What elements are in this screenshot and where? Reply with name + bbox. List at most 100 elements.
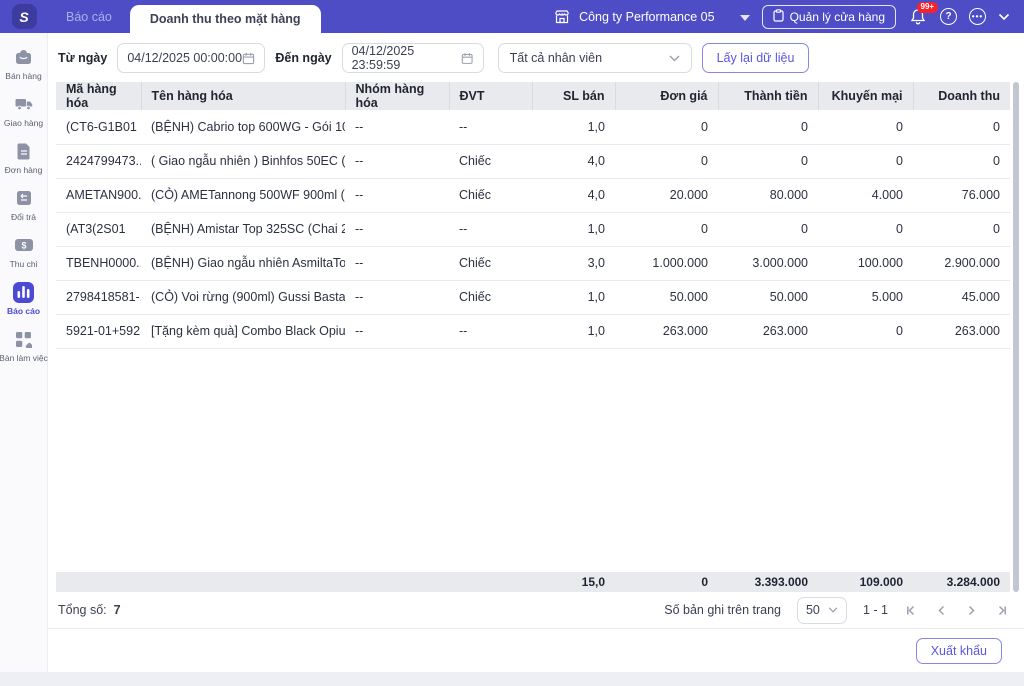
totals-table: 15,0 0 3.393.000 109.000 3.284.000: [56, 572, 1010, 592]
per-page-select[interactable]: 50: [796, 596, 847, 624]
store-icon: [551, 6, 572, 27]
table-cell: 263.000: [913, 314, 1010, 349]
return-icon: [13, 188, 34, 209]
notifications-button[interactable]: 99+: [908, 1, 938, 27]
store-manager-button[interactable]: Quản lý cửa hàng: [761, 4, 896, 29]
chevron-down-icon: [669, 55, 680, 61]
table-cell: 0: [718, 110, 818, 145]
table-cell: 0: [615, 212, 718, 247]
table-row[interactable]: 2798418581-...(CỎ) Voi rừng (900ml) Guss…: [56, 280, 1010, 315]
total-records-label: Tổng số:: [58, 603, 107, 617]
total-records-value: 7: [113, 603, 121, 617]
table-cell: Chiếc: [449, 280, 532, 315]
sidebar: Bán hàng Giao hàng Đơn hàng Đổi trả $ Th…: [0, 33, 48, 672]
sidebar-item-ban-lam-viec[interactable]: Bàn làm việc: [0, 322, 48, 369]
table-cell: Chiếc: [449, 144, 532, 179]
body: Bán hàng Giao hàng Đơn hàng Đổi trả $ Th…: [0, 33, 1024, 672]
table-row[interactable]: 2424799473...( Giao ngẫu nhiên ) Binhfos…: [56, 144, 1010, 179]
table-cell: 3,0: [532, 246, 615, 281]
table-row[interactable]: (AT3(2S01 (BỆNH) Amistar Top 325SC (Chai …: [56, 212, 1010, 247]
truck-icon: [13, 94, 34, 115]
table-cell: AMETAN900...: [56, 178, 141, 213]
table-cell: --: [345, 110, 449, 145]
app-logo[interactable]: S: [0, 0, 48, 33]
table-cell: 2424799473...: [56, 144, 141, 179]
totals-cell: [449, 572, 532, 592]
tab-doanh-thu-theo-mat-hang[interactable]: Doanh thu theo mặt hàng: [129, 5, 321, 33]
table-cell: 0: [913, 144, 1010, 179]
table-cell: 2.900.000: [913, 246, 1010, 281]
column-header: ĐVT: [448, 82, 532, 110]
reload-data-button[interactable]: Lấy lại dữ liệu: [701, 43, 810, 73]
table-cell: 0: [718, 144, 818, 179]
company-selector[interactable]: Công ty Performance 05: [551, 6, 750, 27]
export-button[interactable]: Xuất khẩu: [915, 637, 1002, 664]
table-cell: 1,0: [532, 280, 615, 315]
table-cell: [Tặng kèm quà] Combo Black Opium s...: [141, 314, 345, 349]
table-cell: --: [345, 280, 449, 315]
table-cell: 0: [913, 212, 1010, 247]
totals-cell: [345, 572, 449, 592]
sidebar-item-bao-cao[interactable]: Báo cáo: [0, 275, 47, 322]
first-page-button[interactable]: [904, 603, 918, 617]
to-date-value: 04/12/2025 23:59:59: [351, 44, 415, 72]
table-cell: 5.000: [818, 280, 913, 315]
last-page-button[interactable]: [994, 603, 1008, 617]
table-empty-space: [56, 349, 1010, 573]
table-row[interactable]: (CT6-G1B01 (BỆNH) Cabrio top 600WG - Gói …: [56, 110, 1010, 145]
topbar: S Báo cáo Doanh thu theo mặt hàng Công t…: [0, 0, 1024, 33]
table-row[interactable]: AMETAN900... (CỎ) AMETannong 500WF 900ml …: [56, 178, 1010, 213]
page-range: 1 - 1: [862, 603, 888, 617]
filter-bar: Từ ngày 04/12/2025 00:00:00 Đến ngày 04/…: [48, 33, 1024, 82]
vertical-scrollbar[interactable]: [1013, 82, 1019, 592]
calendar-icon: [461, 52, 473, 64]
topbar-right: Công ty Performance 05 Quản lý cửa hàng: [551, 0, 1024, 33]
table-cell: (CỎ) AMETannong 500WF 900ml (22....: [141, 178, 345, 213]
from-date-input[interactable]: 04/12/2025 00:00:00: [117, 43, 266, 73]
more-options-button[interactable]: •••: [969, 8, 986, 25]
sidebar-item-thu-chi[interactable]: $ Thu chi: [0, 228, 47, 275]
table-cell: 50.000: [615, 280, 718, 315]
staff-filter-value: Tất cả nhân viên: [509, 51, 603, 65]
table-cell: --: [345, 212, 449, 247]
calendar-icon: [243, 52, 255, 64]
column-header: Đơn giá: [614, 82, 718, 110]
table-cell: 4,0: [532, 144, 615, 179]
sidebar-item-label: Giao hàng: [3, 117, 44, 128]
sidebar-item-label: Bàn làm việc: [0, 352, 48, 363]
tab-bao-cao[interactable]: Báo cáo: [48, 0, 130, 33]
table-row[interactable]: 5921-01+592...[Tặng kèm quà] Combo Black…: [56, 314, 1010, 349]
help-button[interactable]: ?: [940, 8, 957, 25]
column-header: Doanh thu: [912, 82, 1010, 110]
table-cell: 5921-01+592...: [56, 314, 141, 349]
table-cell: --: [449, 314, 532, 349]
table-cell: 263.000: [718, 314, 818, 349]
sidebar-item-label: Đơn hàng: [4, 164, 43, 175]
table-cell: 0: [818, 144, 913, 179]
sidebar-item-giao-hang[interactable]: Giao hàng: [0, 87, 47, 134]
previous-page-button[interactable]: [934, 603, 948, 617]
export-bar: Xuất khẩu: [48, 628, 1024, 672]
totals-row: 15,0 0 3.393.000 109.000 3.284.000: [56, 572, 1010, 592]
sidebar-item-ban-hang[interactable]: Bán hàng: [0, 40, 47, 87]
totals-cell: 0: [615, 572, 718, 592]
next-page-button[interactable]: [964, 603, 978, 617]
totals-cell: 109.000: [818, 572, 913, 592]
column-header: Mã hàng hóa: [56, 82, 141, 110]
sidebar-item-doi-tra[interactable]: Đổi trả: [0, 181, 47, 228]
table-cell: 20.000: [615, 178, 718, 213]
table-cell: 76.000: [913, 178, 1010, 213]
to-date-input[interactable]: 04/12/2025 23:59:59: [341, 43, 484, 73]
topbar-chevron-down-icon[interactable]: [998, 8, 1010, 26]
sidebar-item-don-hang[interactable]: Đơn hàng: [0, 134, 47, 181]
column-header: SL bán: [531, 82, 615, 110]
table-row[interactable]: TBENH0000... (BỆNH) Giao ngẫu nhiên Asmil…: [56, 246, 1010, 281]
staff-filter-select[interactable]: Tất cả nhân viên: [497, 43, 692, 73]
table-cell: 50.000: [718, 280, 818, 315]
table-cell: (CỎ) Voi rừng (900ml) Gussi Bastar 20...: [141, 280, 345, 315]
table-cell: --: [345, 178, 449, 213]
store-manager-label: Quản lý cửa hàng: [789, 9, 885, 24]
table-cell: 80.000: [718, 178, 818, 213]
table-cell: (BỆNH) Giao ngẫu nhiên AsmiltaTop S...: [141, 246, 345, 281]
table-cell: 1.000.000: [615, 246, 718, 281]
